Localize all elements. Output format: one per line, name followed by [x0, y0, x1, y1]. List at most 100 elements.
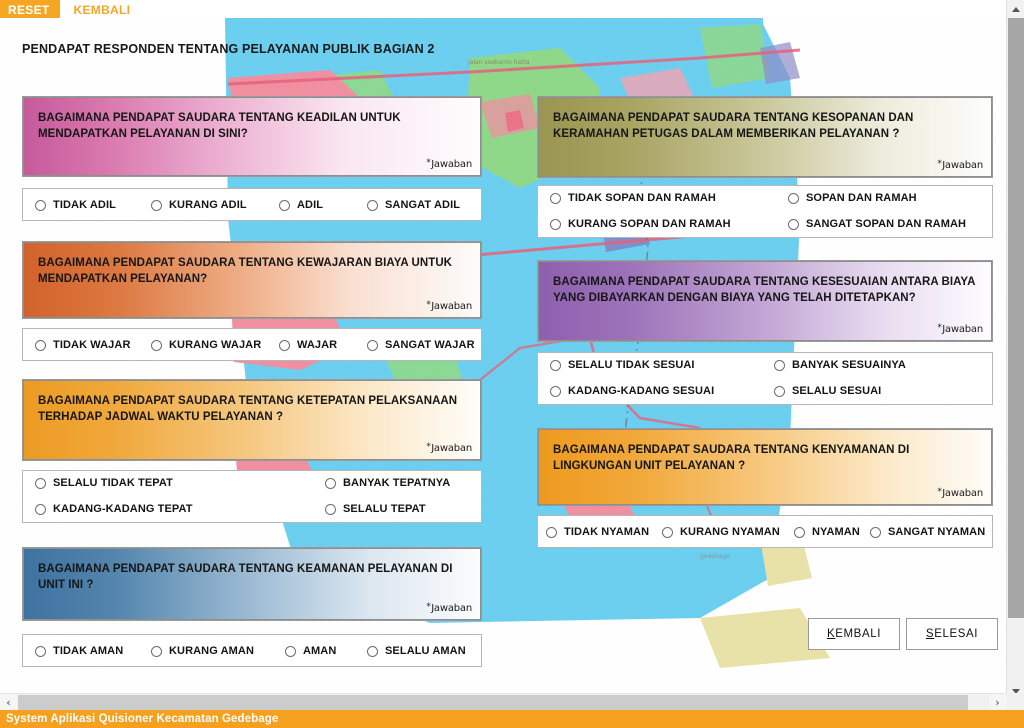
answer-hint-label: Jawaban [942, 324, 983, 335]
question-header-kesesuaian-biaya: BAGAIMANA PENDAPAT SAUDARA TENTANG KESES… [538, 261, 992, 341]
radio-label: SANGAT ADIL [385, 199, 461, 211]
radio-option-sangat-sopan-dan-ramah[interactable]: SANGAT SOPAN DAN RAMAH [788, 218, 966, 230]
answer-panel-kesesuaian-biaya: SELALU TIDAK SESUAI BANYAK SESUAINYA KAD… [537, 352, 993, 405]
answer-hint: *Jawaban [937, 159, 983, 171]
radio-icon[interactable] [325, 477, 336, 489]
radio-label: BANYAK TEPATNYA [343, 477, 451, 489]
radio-icon[interactable] [788, 192, 799, 204]
radio-icon[interactable] [550, 192, 561, 204]
question-card-kesopanan: BAGAIMANA PENDAPAT SAUDARA TENTANG KESOP… [537, 96, 993, 178]
radio-option-aman[interactable]: AMAN [285, 645, 336, 657]
radio-icon[interactable] [151, 199, 162, 211]
radio-option-kurang-aman[interactable]: KURANG AMAN [151, 645, 254, 657]
selesai-button-label: SELESAI [926, 628, 978, 640]
radio-label: SANGAT WAJAR [385, 339, 475, 351]
radio-label: TIDAK ADIL [53, 199, 116, 211]
answer-panel-kewajaran-biaya: TIDAK WAJAR KURANG WAJAR WAJAR SANGAT WA… [22, 328, 482, 361]
radio-option-selalu-tidak-tepat[interactable]: SELALU TIDAK TEPAT [35, 477, 173, 489]
radio-option-banyak-sesuainya[interactable]: BANYAK SESUAINYA [774, 359, 906, 371]
radio-option-selalu-tepat[interactable]: SELALU TEPAT [325, 503, 426, 515]
radio-icon[interactable] [35, 477, 46, 489]
command-bar: RESET KEMBALI [0, 0, 1006, 18]
radio-option-tidak-wajar[interactable]: TIDAK WAJAR [35, 339, 131, 351]
radio-icon[interactable] [550, 359, 561, 371]
radio-option-tidak-nyaman[interactable]: TIDAK NYAMAN [546, 526, 649, 538]
question-text: BAGAIMANA PENDAPAT SAUDARA TENTANG KESOP… [553, 112, 914, 140]
radio-icon[interactable] [367, 199, 378, 211]
vertical-scrollbar-thumb[interactable] [1008, 18, 1024, 618]
answer-hint-label: Jawaban [431, 301, 472, 312]
question-card-kewajaran-biaya: BAGAIMANA PENDAPAT SAUDARA TENTANG KEWAJ… [22, 241, 482, 319]
scroll-right-button[interactable]: › [989, 694, 1006, 711]
radio-icon[interactable] [35, 339, 46, 351]
radio-option-kadang-kadang-tepat[interactable]: KADANG-KADANG TEPAT [35, 503, 193, 515]
radio-icon[interactable] [279, 339, 290, 351]
scroll-left-button[interactable]: ‹ [0, 694, 17, 711]
radio-option-kurang-adil[interactable]: KURANG ADIL [151, 199, 247, 211]
radio-icon[interactable] [774, 359, 785, 371]
radio-label: SELALU SESUAI [792, 385, 882, 397]
radio-option-selalu-tidak-sesuai[interactable]: SELALU TIDAK SESUAI [550, 359, 695, 371]
radio-icon[interactable] [550, 218, 561, 230]
radio-option-kurang-nyaman[interactable]: KURANG NYAMAN [662, 526, 780, 538]
radio-option-banyak-tepatnya[interactable]: BANYAK TEPATNYA [325, 477, 450, 489]
radio-option-wajar[interactable]: WAJAR [279, 339, 337, 351]
answer-panel-ketepatan-jadwal: SELALU TIDAK TEPAT BANYAK TEPATNYA KADAN… [22, 470, 482, 523]
radio-option-sangat-wajar[interactable]: SANGAT WAJAR [367, 339, 475, 351]
form-canvas: PENDAPAT RESPONDEN TENTANG PELAYANAN PUB… [0, 18, 1006, 683]
radio-option-kurang-wajar[interactable]: KURANG WAJAR [151, 339, 261, 351]
radio-icon[interactable] [285, 645, 296, 657]
radio-icon[interactable] [151, 339, 162, 351]
radio-icon[interactable] [35, 645, 46, 657]
scrollbar-corner [1006, 693, 1024, 710]
radio-icon[interactable] [367, 645, 378, 657]
selesai-button[interactable]: SELESAI [906, 618, 998, 650]
question-card-ketepatan-jadwal: BAGAIMANA PENDAPAT SAUDARA TENTANG KETEP… [22, 379, 482, 461]
radio-option-adil[interactable]: ADIL [279, 199, 323, 211]
radio-option-kadang-kadang-sesuai[interactable]: KADANG-KADANG SESUAI [550, 385, 714, 397]
radio-option-tidak-adil[interactable]: TIDAK ADIL [35, 199, 116, 211]
radio-label: WAJAR [297, 339, 338, 351]
radio-icon[interactable] [662, 526, 673, 538]
radio-icon[interactable] [774, 385, 785, 397]
radio-option-tidak-aman[interactable]: TIDAK AMAN [35, 645, 123, 657]
radio-label: TIDAK SOPAN DAN RAMAH [568, 192, 716, 204]
status-bar: System Aplikasi Quisioner Kecamatan Gede… [0, 710, 1024, 728]
question-header-keadilan: BAGAIMANA PENDAPAT SAUDARA TENTANG KEADI… [23, 97, 481, 176]
radio-option-selalu-aman[interactable]: SELALU AMAN [367, 645, 466, 657]
question-card-kenyamanan: BAGAIMANA PENDAPAT SAUDARA TENTANG KENYA… [537, 428, 993, 506]
radio-icon[interactable] [546, 526, 557, 538]
application-window: UL jalan soekarno hatta gedebage RESET K… [0, 0, 1024, 728]
radio-option-tidak-sopan-dan-ramah[interactable]: TIDAK SOPAN DAN RAMAH [550, 192, 716, 204]
reset-button[interactable]: RESET [0, 0, 60, 18]
radio-icon[interactable] [870, 526, 881, 538]
vertical-scrollbar[interactable] [1006, 0, 1024, 700]
kembali-accel-letter: K [826, 628, 836, 640]
back-command-link[interactable]: KEMBALI [59, 0, 141, 18]
radio-icon[interactable] [325, 503, 336, 515]
question-card-keadilan: BAGAIMANA PENDAPAT SAUDARA TENTANG KEADI… [22, 96, 482, 177]
radio-option-sopan-dan-ramah[interactable]: SOPAN DAN RAMAH [788, 192, 917, 204]
horizontal-scrollbar-thumb[interactable] [18, 695, 968, 710]
radio-icon[interactable] [367, 339, 378, 351]
radio-icon[interactable] [794, 526, 805, 538]
radio-label: BANYAK SESUAINYA [792, 359, 906, 371]
radio-option-nyaman[interactable]: NYAMAN [794, 526, 860, 538]
radio-icon[interactable] [279, 199, 290, 211]
kembali-button[interactable]: KEMBALI [808, 618, 900, 650]
radio-icon[interactable] [788, 218, 799, 230]
radio-icon[interactable] [35, 199, 46, 211]
radio-icon[interactable] [151, 645, 162, 657]
question-header-kesopanan: BAGAIMANA PENDAPAT SAUDARA TENTANG KESOP… [538, 97, 992, 177]
radio-option-sangat-nyaman[interactable]: SANGAT NYAMAN [870, 526, 985, 538]
answer-hint: *Jawaban [426, 602, 472, 614]
radio-option-selalu-sesuai[interactable]: SELALU SESUAI [774, 385, 881, 397]
selesai-rest-text: ELESAI [934, 628, 979, 640]
scroll-up-button[interactable] [1007, 0, 1024, 18]
radio-icon[interactable] [35, 503, 46, 515]
radio-icon[interactable] [550, 385, 561, 397]
question-text: BAGAIMANA PENDAPAT SAUDARA TENTANG KESES… [553, 276, 976, 304]
horizontal-scrollbar[interactable]: ‹ › [0, 693, 1006, 711]
radio-option-sangat-adil[interactable]: SANGAT ADIL [367, 199, 460, 211]
radio-option-kurang-sopan-dan-ramah[interactable]: KURANG SOPAN DAN RAMAH [550, 218, 731, 230]
